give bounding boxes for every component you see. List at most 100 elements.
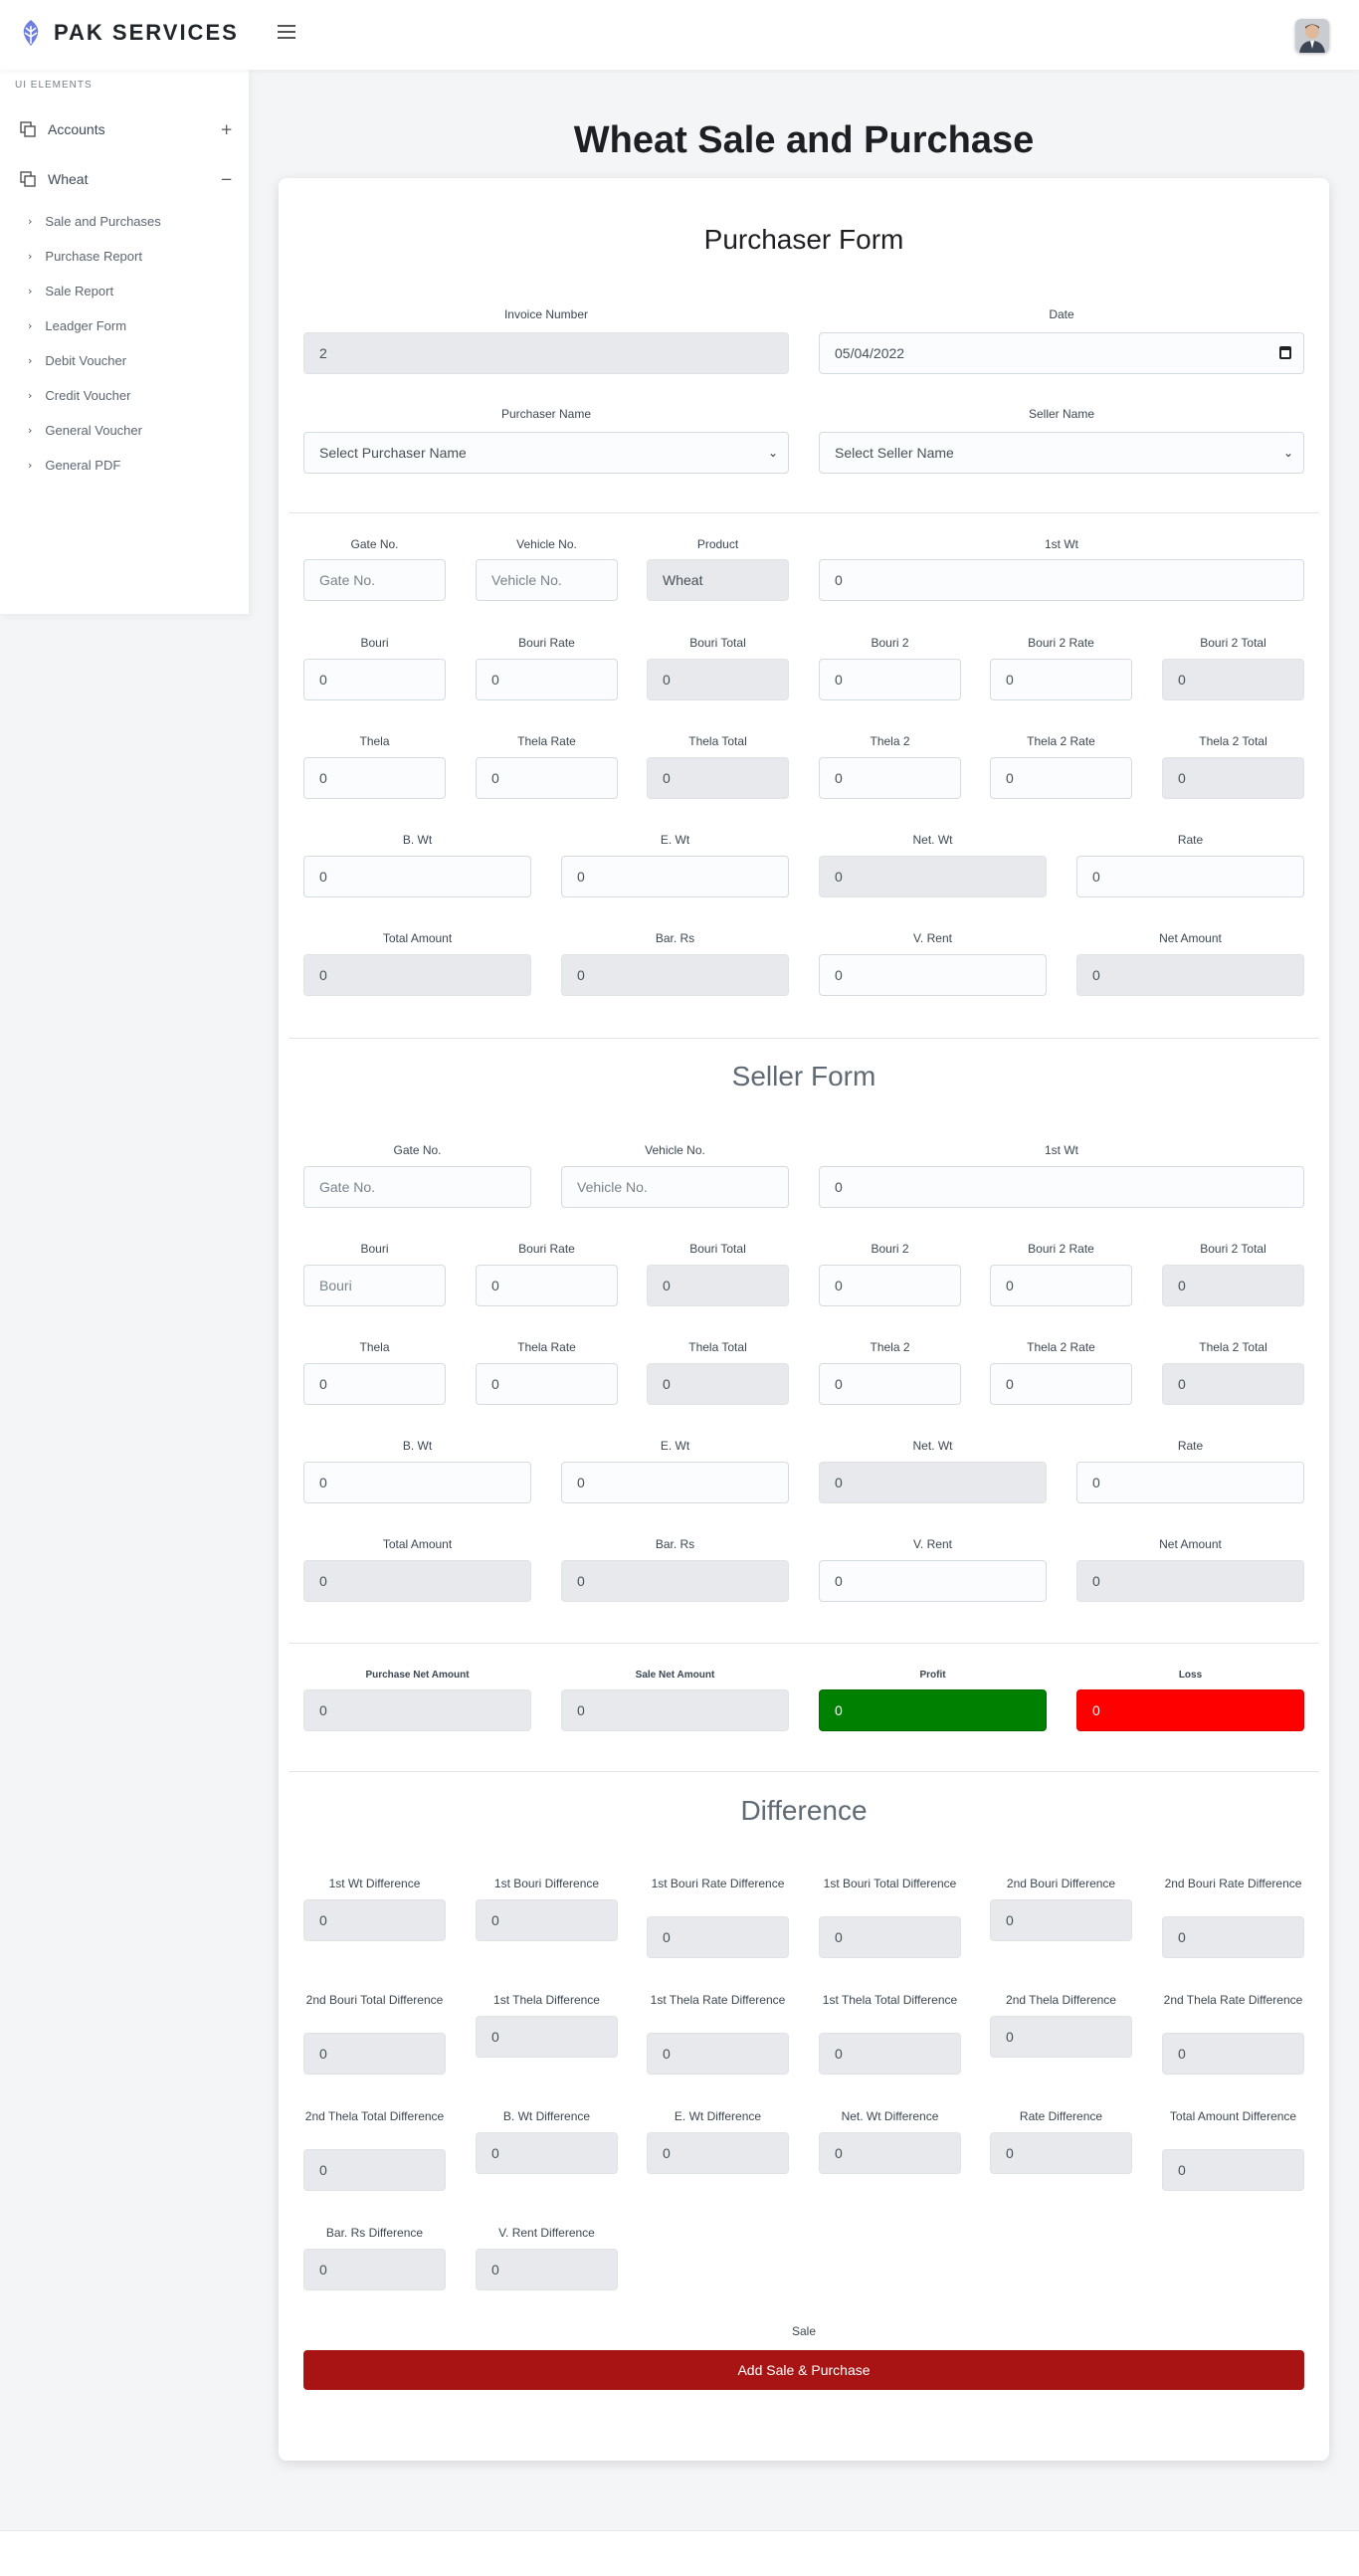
date-input[interactable]: 05/04/2022 [819, 332, 1304, 374]
seller-net-wt-input[interactable]: 0 [819, 1462, 1047, 1503]
sidebar-subitem-general-pdf[interactable]: › General PDF [28, 453, 120, 477]
sidebar-subitem-sale-report[interactable]: › Sale Report [28, 279, 113, 302]
seller-bouri-total-field: Bouri Total 0 [647, 1241, 789, 1306]
difference-input[interactable]: 0 [647, 2132, 789, 2174]
sale-net-amount-input[interactable]: 0 [561, 1689, 789, 1731]
difference-input[interactable]: 0 [1162, 2033, 1304, 2075]
seller-b-wt-input[interactable]: 0 [303, 1462, 531, 1503]
seller-first-wt-input[interactable]: 0 [819, 1166, 1304, 1208]
expand-icon[interactable]: + [220, 120, 233, 138]
thela-input[interactable]: 0 [303, 757, 446, 799]
difference-input[interactable]: 0 [303, 2249, 446, 2290]
bar-rs-input[interactable]: 0 [561, 954, 789, 996]
sidebar-subitem-purchase-report[interactable]: › Purchase Report [28, 244, 142, 268]
seller-bouri-rate-input[interactable]: 0 [476, 1265, 618, 1306]
total-amount-input[interactable]: 0 [303, 954, 531, 996]
difference-input[interactable]: 0 [647, 2033, 789, 2075]
thela-total-input[interactable]: 0 [647, 757, 789, 799]
loss-input[interactable]: 0 [1076, 1689, 1304, 1731]
net-amount-input[interactable]: 0 [1076, 954, 1304, 996]
difference-input[interactable]: 0 [476, 2132, 618, 2174]
sidebar-subitem-sale-and-purchases[interactable]: › Sale and Purchases [28, 209, 161, 233]
difference-input[interactable]: 0 [476, 2249, 618, 2290]
seller-thela-2-rate-input[interactable]: 0 [990, 1363, 1132, 1405]
bouri-2-rate-input[interactable]: 0 [990, 659, 1132, 700]
thela-rate-input[interactable]: 0 [476, 757, 618, 799]
field-label: 2nd Bouri Difference [1006, 1877, 1116, 1890]
sidebar-subitem-general-voucher[interactable]: › General Voucher [28, 418, 142, 442]
profit-input[interactable]: 0 [819, 1689, 1047, 1731]
difference-input[interactable]: 0 [819, 2033, 961, 2075]
seller-thela-2-total-input[interactable]: 0 [1162, 1363, 1304, 1405]
thela-2-rate-input[interactable]: 0 [990, 757, 1132, 799]
seller-bar-rs-input[interactable]: 0 [561, 1560, 789, 1602]
bouri-2-total-input[interactable]: 0 [1162, 659, 1304, 700]
seller-bouri-input[interactable]: Bouri [303, 1265, 446, 1306]
difference-input[interactable]: 0 [647, 1916, 789, 1958]
gate-no-input[interactable]: Gate No. [303, 559, 446, 601]
difference-input[interactable]: 0 [819, 2132, 961, 2174]
purchaser-name-select[interactable]: Select Purchaser Name ⌄ [303, 432, 789, 474]
sidebar-item-accounts[interactable]: Accounts + [0, 109, 249, 149]
difference-input[interactable]: 0 [476, 1899, 618, 1941]
product-input[interactable]: Wheat [647, 559, 789, 601]
seller-thela-input[interactable]: 0 [303, 1363, 446, 1405]
seller-v-rent-input[interactable]: 0 [819, 1560, 1047, 1602]
difference-input[interactable]: 0 [303, 1899, 446, 1941]
v-rent-input[interactable]: 0 [819, 954, 1047, 996]
seller-thela-2-input[interactable]: 0 [819, 1363, 961, 1405]
seller-name-select[interactable]: Select Seller Name ⌄ [819, 432, 1304, 474]
rate-input[interactable]: 0 [1076, 856, 1304, 897]
bouri-2-input[interactable]: 0 [819, 659, 961, 700]
difference-input[interactable]: 0 [990, 2132, 1132, 2174]
seller-bouri-2-input[interactable]: 0 [819, 1265, 961, 1306]
bouri-input[interactable]: 0 [303, 659, 446, 700]
purchase-net-amount-input[interactable]: 0 [303, 1689, 531, 1731]
seller-bouri-2-total-input[interactable]: 0 [1162, 1265, 1304, 1306]
difference-input[interactable]: 0 [990, 2016, 1132, 2058]
seller-gate-no-input[interactable]: Gate No. [303, 1166, 531, 1208]
seller-e-wt-input[interactable]: 0 [561, 1462, 789, 1503]
calendar-icon[interactable] [1279, 346, 1291, 359]
seller-net-amount-input[interactable]: 0 [1076, 1560, 1304, 1602]
seller-bouri-total-input[interactable]: 0 [647, 1265, 789, 1306]
difference-input[interactable]: 0 [303, 2149, 446, 2191]
invoice-number-input[interactable]: 2 [303, 332, 789, 374]
brand[interactable]: PAK SERVICES [16, 18, 239, 48]
sidebar-item-wheat[interactable]: Wheat − [0, 159, 249, 199]
sidebar-subitem-credit-voucher[interactable]: › Credit Voucher [28, 383, 130, 407]
bouri-total-input[interactable]: 0 [647, 659, 789, 700]
vehicle-no-input[interactable]: Vehicle No. [476, 559, 618, 601]
seller-thela-rate-input[interactable]: 0 [476, 1363, 618, 1405]
seller-rate-input[interactable]: 0 [1076, 1462, 1304, 1503]
difference-input[interactable]: 0 [819, 1916, 961, 1958]
sidebar-subitem-leadger-form[interactable]: › Leadger Form [28, 313, 126, 337]
b-wt-input[interactable]: 0 [303, 856, 531, 897]
collapse-icon[interactable]: − [220, 170, 233, 188]
menu-toggle-icon[interactable] [278, 25, 295, 39]
seller-vehicle-no-input[interactable]: Vehicle No. [561, 1166, 789, 1208]
add-sale-purchase-button[interactable]: Add Sale & Purchase [303, 2350, 1304, 2390]
net-wt-input[interactable]: 0 [819, 856, 1047, 897]
field-label: Profit [919, 1670, 946, 1681]
difference-input[interactable]: 0 [1162, 1916, 1304, 1958]
difference-input[interactable]: 0 [303, 2033, 446, 2075]
bouri-total-field: Bouri Total 0 [647, 635, 789, 700]
difference-input[interactable]: 0 [990, 1899, 1132, 1941]
seller-total-amount-input[interactable]: 0 [303, 1560, 531, 1602]
field-label: Gate No. [350, 537, 399, 551]
seller-bouri-2-rate-input[interactable]: 0 [990, 1265, 1132, 1306]
difference-input[interactable]: 0 [1162, 2149, 1304, 2191]
seller-thela-total-input[interactable]: 0 [647, 1363, 789, 1405]
field-label: Total Amount [382, 1537, 453, 1551]
thela-2-input[interactable]: 0 [819, 757, 961, 799]
sidebar-item-label: Accounts [48, 121, 105, 137]
sidebar-subitem-debit-voucher[interactable]: › Debit Voucher [28, 348, 126, 372]
field-label: Loss [1178, 1670, 1203, 1681]
difference-input[interactable]: 0 [476, 2016, 618, 2058]
thela-2-total-input[interactable]: 0 [1162, 757, 1304, 799]
avatar[interactable] [1295, 19, 1329, 53]
first-wt-input[interactable]: 0 [819, 559, 1304, 601]
bouri-rate-input[interactable]: 0 [476, 659, 618, 700]
e-wt-input[interactable]: 0 [561, 856, 789, 897]
